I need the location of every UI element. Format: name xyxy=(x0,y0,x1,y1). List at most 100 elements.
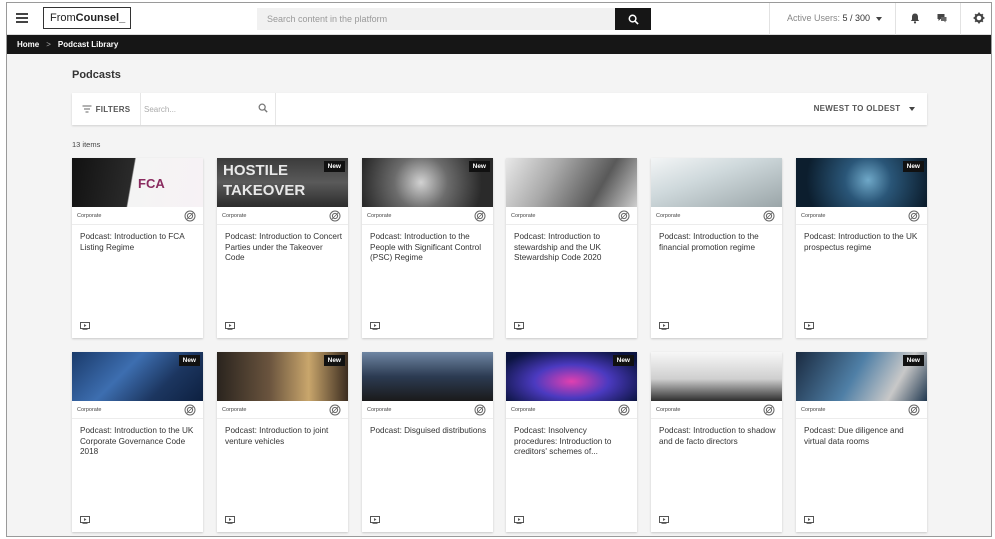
podcast-card[interactable]: FCA Corporate Podcast: Introduction to FCA… xyxy=(72,158,203,338)
card-divider xyxy=(72,418,203,419)
top-bar: FromCounsel_ Active Users: 5 / 300 xyxy=(7,3,991,35)
gear-icon[interactable] xyxy=(973,12,985,24)
filter-icon xyxy=(82,105,92,113)
podcast-thumbnail: FCA xyxy=(72,158,203,207)
sort-dropdown[interactable]: NEWEST TO OLDEST xyxy=(814,104,915,113)
logo-bold-text: Counsel_ xyxy=(75,12,126,24)
brand-icon xyxy=(908,210,920,222)
brand-icon xyxy=(184,404,196,416)
podcast-title[interactable]: Podcast: Introduction to the UK prospect… xyxy=(804,232,922,253)
new-badge: New xyxy=(178,355,200,366)
media-icon xyxy=(225,322,235,330)
brand-icon xyxy=(474,404,486,416)
podcast-title[interactable]: Podcast: Introduction to joint venture v… xyxy=(225,426,343,447)
podcast-card[interactable]: New Corporate Podcast: Introduction to joi… xyxy=(217,352,348,532)
podcast-card[interactable]: New Corporate Podcast: Introduction to the… xyxy=(72,352,203,532)
thumbnail-text: FCA xyxy=(138,176,165,191)
filter-divider xyxy=(140,93,141,125)
sort-label: NEWEST TO OLDEST xyxy=(813,104,901,113)
filter-bar: FILTERS NEWEST TO OLDEST xyxy=(72,93,927,125)
page-title: Podcasts xyxy=(72,69,121,81)
category-label: Corporate xyxy=(367,213,392,219)
card-divider xyxy=(362,224,493,225)
breadcrumb-current: Podcast Library xyxy=(57,40,119,49)
podcast-title[interactable]: Podcast: Introduction to the financial p… xyxy=(659,232,777,253)
chevron-down-icon xyxy=(875,16,882,21)
filters-label: FILTERS xyxy=(95,104,131,114)
podcast-thumbnail xyxy=(362,352,493,401)
podcast-card[interactable]: HOSTILE TAKEOVER New Corporate Podcast: Int… xyxy=(217,158,348,338)
category-label: Corporate xyxy=(511,407,536,413)
category-label: Corporate xyxy=(801,213,826,219)
card-divider xyxy=(217,418,348,419)
new-badge: New xyxy=(323,161,345,172)
breadcrumb-home[interactable]: Home xyxy=(17,40,39,49)
bell-icon[interactable] xyxy=(909,12,921,24)
active-users-label: Active Users: xyxy=(787,13,841,23)
new-badge: New xyxy=(612,355,634,366)
podcast-card[interactable]: New Corporate Podcast: Insolvency procedur… xyxy=(506,352,637,532)
chat-icon[interactable] xyxy=(936,12,948,24)
media-icon xyxy=(659,322,669,330)
active-users-value: 5 / 300 xyxy=(842,13,871,23)
global-search-button[interactable] xyxy=(615,8,651,30)
podcast-card[interactable]: Corporate Podcast: Introduction to the fi… xyxy=(651,158,782,338)
brand-icon xyxy=(474,210,486,222)
new-badge: New xyxy=(902,355,924,366)
podcast-title[interactable]: Podcast: Due diligence and virtual data … xyxy=(804,426,922,447)
logo[interactable]: FromCounsel_ xyxy=(43,7,131,29)
menu-icon[interactable] xyxy=(16,13,28,23)
podcast-title[interactable]: Podcast: Introduction to Concert Parties… xyxy=(225,232,343,264)
podcast-title[interactable]: Podcast: Introduction to shadow and de f… xyxy=(659,426,777,447)
podcast-title[interactable]: Podcast: Disguised distributions xyxy=(370,426,488,437)
category-label: Corporate xyxy=(801,407,826,413)
podcast-card[interactable]: New Corporate Podcast: Due diligence and v… xyxy=(796,352,927,532)
category-label: Corporate xyxy=(511,213,536,219)
podcast-title[interactable]: Podcast: Introduction to the UK Corporat… xyxy=(80,426,198,458)
search-icon[interactable] xyxy=(258,103,268,113)
podcast-title[interactable]: Podcast: Introduction to the People with… xyxy=(370,232,488,264)
filters-button[interactable]: FILTERS xyxy=(72,93,140,125)
podcast-card[interactable]: New Corporate Podcast: Introduction to the… xyxy=(796,158,927,338)
category-label: Corporate xyxy=(656,407,681,413)
brand-icon xyxy=(618,210,630,222)
media-icon xyxy=(225,516,235,524)
podcast-title[interactable]: Podcast: Insolvency procedures: Introduc… xyxy=(514,426,632,458)
breadcrumb: Home > Podcast Library xyxy=(7,35,991,54)
category-label: Corporate xyxy=(77,407,102,413)
category-label: Corporate xyxy=(367,407,392,413)
items-count: 13 items xyxy=(72,140,101,149)
media-icon xyxy=(804,516,814,524)
category-label: Corporate xyxy=(222,407,247,413)
category-label: Corporate xyxy=(656,213,681,219)
podcast-card[interactable]: Corporate Podcast: Disguised distribution… xyxy=(362,352,493,532)
podcast-title[interactable]: Podcast: Introduction to FCA Listing Reg… xyxy=(80,232,198,253)
logo-light-text: From xyxy=(50,12,76,24)
brand-icon xyxy=(329,210,341,222)
brand-icon xyxy=(184,210,196,222)
media-icon xyxy=(659,516,669,524)
topbar-divider xyxy=(895,3,896,35)
media-icon xyxy=(370,516,380,524)
topbar-divider xyxy=(960,3,961,35)
global-search-input[interactable] xyxy=(257,8,615,30)
card-divider xyxy=(651,418,782,419)
thumbnail-text: HOSTILE TAKEOVER xyxy=(223,162,306,199)
active-users-dropdown[interactable]: Active Users: 5 / 300 xyxy=(787,13,882,23)
card-divider xyxy=(362,418,493,419)
new-badge: New xyxy=(902,161,924,172)
media-icon xyxy=(804,322,814,330)
media-icon xyxy=(80,516,90,524)
new-badge: New xyxy=(468,161,490,172)
brand-icon xyxy=(329,404,341,416)
podcast-card[interactable]: New Corporate Podcast: Introduction to the… xyxy=(362,158,493,338)
podcast-search-input[interactable] xyxy=(144,101,254,117)
podcast-card[interactable]: Corporate Podcast: Introduction to stewar… xyxy=(506,158,637,338)
podcast-title[interactable]: Podcast: Introduction to stewardship and… xyxy=(514,232,632,264)
podcast-card[interactable]: Corporate Podcast: Introduction to shadow… xyxy=(651,352,782,532)
brand-icon xyxy=(618,404,630,416)
brand-icon xyxy=(763,210,775,222)
chevron-down-icon xyxy=(909,106,915,111)
new-badge: New xyxy=(323,355,345,366)
topbar-divider xyxy=(769,3,770,35)
